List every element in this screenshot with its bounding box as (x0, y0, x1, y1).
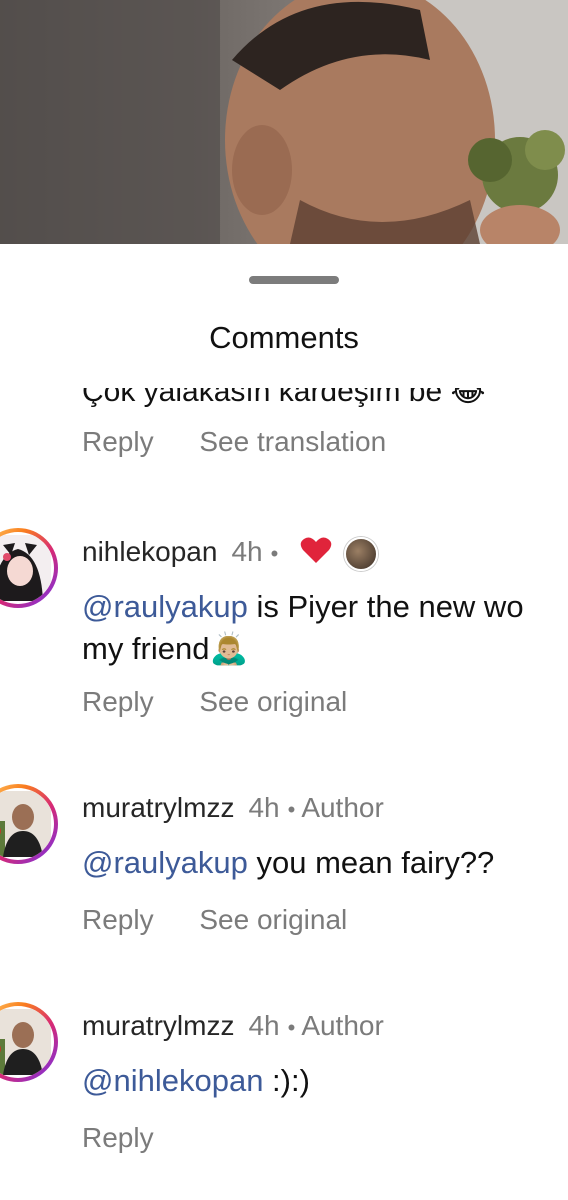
avatar-image (0, 791, 51, 857)
see-translation-button[interactable]: See translation (199, 426, 386, 457)
separator-dot: • (287, 796, 296, 822)
avatar-image (0, 1009, 51, 1075)
username[interactable]: muratrylmzz (82, 792, 234, 823)
comment-actions: Reply See translation (82, 426, 424, 458)
author-mini-avatar (344, 536, 379, 571)
mention-link[interactable]: @raulyakup (82, 589, 248, 624)
comment-meta: nihlekopan 4h • (82, 536, 379, 571)
comment-text-partial: Çok yalakasın kardeşim be 😂 (82, 388, 486, 408)
username[interactable]: muratrylmzz (82, 1010, 234, 1041)
comments-sheet: Comments Çok yalakasın kardeşim be 😂 Rep… (0, 244, 568, 1200)
liked-by-author-heart-icon (300, 536, 332, 571)
mention-link[interactable]: @nihlekopan (82, 1063, 263, 1098)
timestamp: 4h (248, 792, 280, 823)
comment-actions: Reply See original (82, 904, 385, 936)
comment-text: @raulyakup you mean fairy?? (82, 844, 494, 882)
reply-button[interactable]: Reply (82, 686, 154, 717)
author-badge: Author (301, 792, 384, 823)
see-original-button[interactable]: See original (199, 904, 347, 935)
comment-meta: muratrylmzz 4h • Author (82, 792, 384, 824)
comment-text-line1: is Piyer the new wo (247, 589, 524, 624)
separator-dot: • (270, 540, 279, 566)
timestamp: 4h (248, 1010, 280, 1041)
comment-text-line1: you mean fairy?? (247, 845, 495, 880)
video-frame-image (0, 0, 568, 244)
video-preview[interactable] (0, 0, 568, 244)
comment-meta: muratrylmzz 4h • Author (82, 1010, 384, 1042)
username[interactable]: nihlekopan (82, 536, 217, 567)
comment-text: @nihlekopan :):) (82, 1062, 310, 1100)
avatar[interactable] (0, 528, 58, 608)
avatar[interactable] (0, 1002, 58, 1082)
sheet-title: Comments (209, 320, 359, 355)
comment-text-line2: my friend🙇🏼‍♂️ (82, 631, 249, 666)
avatar[interactable] (0, 784, 58, 864)
comments-list[interactable]: Çok yalakasın kardeşim be 😂 Reply See tr… (0, 388, 568, 1200)
author-badge: Author (301, 1010, 384, 1041)
comment-actions: Reply See original (82, 686, 385, 718)
reply-button[interactable]: Reply (82, 904, 154, 935)
see-original-button[interactable]: See original (199, 686, 347, 717)
timestamp: 4h (231, 536, 263, 567)
reply-button[interactable]: Reply (82, 1122, 154, 1153)
avatar-image (0, 535, 51, 601)
comment-text: @raulyakup is Piyer the new wo (82, 588, 524, 626)
comment-actions: Reply (82, 1122, 192, 1154)
comment-text-line1: :):) (263, 1063, 310, 1098)
drag-handle[interactable] (249, 276, 339, 284)
mention-link[interactable]: @raulyakup (82, 845, 248, 880)
separator-dot: • (287, 1014, 296, 1040)
reply-button[interactable]: Reply (82, 426, 154, 457)
